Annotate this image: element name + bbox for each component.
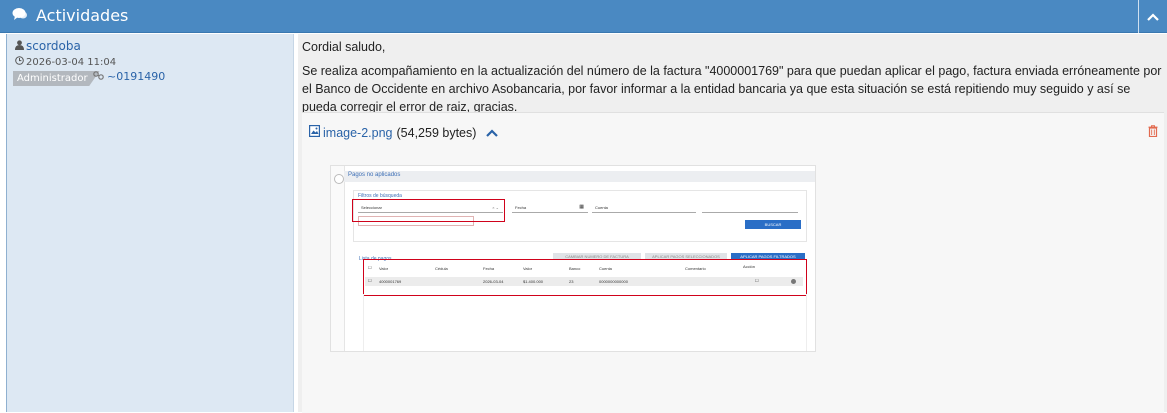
thumb-highlight-table (363, 259, 807, 296)
author-username[interactable]: scordoba (26, 39, 81, 53)
author-user[interactable]: scordoba (15, 39, 81, 53)
author-date: 2026-03-04 11:04 (15, 56, 116, 68)
thumb-table-body (363, 294, 807, 351)
trash-icon (1148, 125, 1158, 140)
thumb-page-title: Pagos no aplicados (348, 172, 401, 178)
thumb-sidebar (331, 166, 345, 351)
link-icon (93, 70, 104, 83)
collapse-button[interactable] (1138, 0, 1167, 33)
image-file-icon (309, 125, 321, 140)
activities-header: Actividades (0, 0, 1167, 33)
user-icon (15, 39, 24, 53)
chevron-up-icon[interactable] (486, 126, 499, 140)
author-panel: scordoba 2026-03-04 11:04 Administrador … (6, 34, 294, 412)
attachment-header: image-2.png (54,259 bytes) (309, 125, 499, 140)
role-badge: Administrador (13, 71, 100, 86)
clock-icon (15, 56, 24, 68)
attachment-size: (54,259 bytes) (396, 125, 477, 140)
message-text: Se realiza acompañamiento en la actualiz… (302, 64, 1162, 114)
message-panel: Cordial saludo, Se realiza acompañamient… (298, 34, 1167, 413)
reference-number[interactable]: ~0191490 (107, 70, 165, 83)
message-greeting: Cordial saludo, (302, 40, 386, 54)
attachment-thumbnail[interactable]: Pagos no aplicados Filtros de búsqueda S… (330, 165, 816, 352)
thumb-value-field (702, 203, 798, 213)
thumb-account-field: Cuenta (592, 203, 696, 213)
thumb-highlight-select (352, 199, 505, 222)
attachment-filename[interactable]: image-2.png (323, 126, 393, 140)
thumb-search-button: BUSCAR (745, 220, 801, 229)
author-datetime: 2026-03-04 11:04 (26, 56, 117, 68)
thumb-toggle-icon (334, 174, 344, 184)
thumb-title-bar: Pagos no aplicados (344, 171, 815, 182)
thumb-account-label: Cuenta (595, 205, 608, 210)
attachment-panel: image-2.png (54,259 bytes) Pagos no apli… (302, 112, 1164, 413)
delete-attachment-button[interactable] (1148, 125, 1158, 140)
thumb-date-field: Fecha ▦ (512, 203, 588, 213)
thumb-calendar-icon: ▦ (579, 204, 584, 210)
comments-icon (12, 7, 28, 24)
header-title: Actividades (36, 6, 129, 25)
chevron-up-icon (1147, 10, 1159, 24)
message-body: Cordial saludo, Se realiza acompañamient… (302, 38, 1164, 116)
thumb-date-label: Fecha (515, 205, 527, 210)
reference-link[interactable]: ~0191490 (93, 70, 165, 83)
